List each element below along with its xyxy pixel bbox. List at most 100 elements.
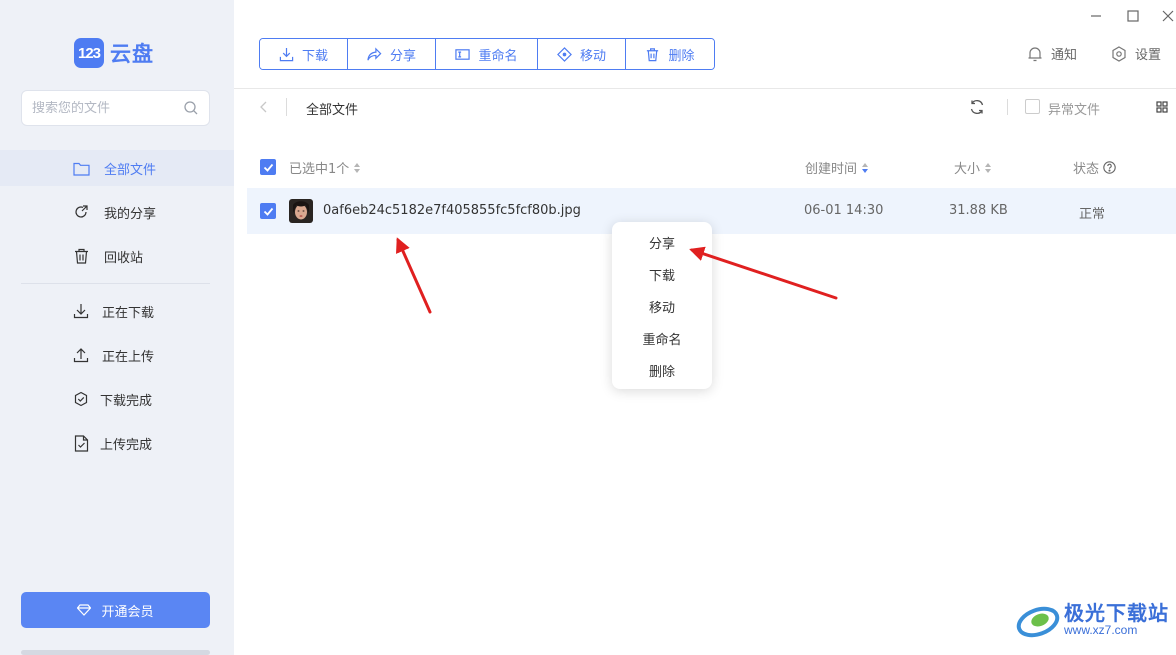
context-menu-move[interactable]: 移动 [612, 290, 712, 322]
sidebar-item-downloading[interactable]: 正在下载 [0, 293, 234, 329]
annotation-arrow-share [689, 246, 838, 300]
context-menu-download[interactable]: 下载 [612, 258, 712, 290]
download-button-label: 下载 [301, 48, 328, 64]
app-logo: 123 云盘 [74, 38, 154, 68]
context-menu-delete[interactable]: 删除 [612, 354, 712, 386]
sidebar-scroll-bar[interactable] [21, 650, 210, 655]
gear-icon [1112, 45, 1126, 62]
search-box[interactable] [21, 90, 210, 126]
download-button[interactable]: 下载 [260, 39, 348, 69]
sidebar-item-my-share[interactable]: 我的分享 [0, 194, 234, 230]
watermark-logo-icon [1016, 606, 1060, 638]
search-icon[interactable] [183, 100, 199, 116]
file-name[interactable]: 0af6eb24c5182e7f405855fc5fcf80b.jpg [323, 203, 581, 218]
settings-button[interactable]: 设置 [1111, 44, 1161, 63]
sidebar-item-all-files[interactable]: 全部文件 [0, 150, 234, 186]
sidebar-item-label: 全部文件 [104, 162, 157, 178]
settings-label: 设置 [1135, 48, 1162, 63]
sort-desc-icon [862, 162, 869, 173]
sidebar-item-uploading[interactable]: 正在上传 [0, 337, 234, 373]
watermark-title: 极光下载站 [1064, 601, 1169, 626]
maximize-icon[interactable] [1123, 6, 1143, 26]
selected-count-header[interactable]: 已选中1个 [289, 158, 361, 177]
sidebar: 123 云盘 全部文件 我的分享 回收站 [0, 0, 234, 655]
sidebar-divider [21, 283, 210, 284]
checkmark-icon [263, 207, 273, 216]
sidebar-item-label: 我的分享 [104, 206, 157, 222]
file-check-icon [72, 434, 90, 452]
status-label: 状态 [1073, 162, 1100, 177]
trash-icon [72, 247, 90, 265]
sort-icon [354, 162, 361, 173]
context-menu-share[interactable]: 分享 [612, 226, 712, 258]
notify-label: 通知 [1051, 48, 1078, 63]
status-header: 状态 [1073, 158, 1116, 177]
back-arrow-icon[interactable] [257, 99, 271, 115]
trash-icon [647, 47, 659, 61]
help-icon[interactable] [1103, 161, 1116, 174]
header-divider [234, 88, 1176, 89]
breadcrumb-divider [286, 98, 287, 116]
logo-badge: 123 [74, 38, 104, 68]
sidebar-item-label: 正在上传 [102, 349, 155, 365]
minimize-icon[interactable] [1086, 6, 1106, 26]
rename-icon [455, 48, 471, 60]
size-label: 大小 [954, 162, 981, 177]
refresh-icon[interactable] [969, 99, 985, 115]
context-menu: 分享 下载 移动 重命名 删除 [612, 222, 712, 389]
toolbar-divider [1007, 99, 1008, 115]
share-button-label: 分享 [389, 48, 416, 64]
folder-icon [72, 159, 90, 177]
selected-count-label: 已选中1个 [289, 162, 350, 177]
check-circle-icon [72, 390, 90, 408]
share-icon [72, 203, 90, 221]
watermark: 极光下载站 www.xz7.com [1016, 600, 1169, 640]
file-created-time: 06-01 14:30 [804, 203, 884, 218]
checkmark-icon [263, 163, 273, 172]
file-thumbnail [289, 199, 313, 223]
vip-button-label: 开通会员 [101, 604, 154, 620]
size-header[interactable]: 大小 [954, 158, 992, 177]
sidebar-item-download-complete[interactable]: 下载完成 [0, 381, 234, 417]
select-all-checkbox[interactable] [260, 159, 276, 175]
upload-icon [72, 346, 90, 364]
notify-button[interactable]: 通知 [1027, 44, 1077, 63]
search-input[interactable] [32, 100, 183, 116]
abnormal-files-checkbox[interactable] [1025, 99, 1040, 114]
grid-view-icon[interactable] [1156, 101, 1168, 113]
move-button[interactable]: 移动 [538, 39, 626, 69]
context-menu-rename[interactable]: 重命名 [612, 322, 712, 354]
sort-icon [985, 162, 992, 173]
download-icon [279, 47, 294, 61]
watermark-url: www.xz7.com [1064, 623, 1138, 638]
share-arrow-icon [367, 46, 382, 60]
rename-button-label: 重命名 [478, 48, 518, 64]
sidebar-item-label: 上传完成 [100, 437, 153, 453]
created-time-header[interactable]: 创建时间 [805, 158, 869, 177]
sidebar-item-label: 回收站 [104, 250, 144, 266]
breadcrumb[interactable]: 全部文件 [306, 99, 358, 118]
download-icon [72, 302, 90, 320]
row-checkbox[interactable] [260, 203, 276, 219]
annotation-arrow-file [396, 237, 432, 314]
file-status: 正常 [1079, 207, 1106, 222]
app-window: 123 云盘 全部文件 我的分享 回收站 [0, 0, 1176, 655]
move-button-label: 移动 [579, 48, 606, 64]
abnormal-files-label: 异常文件 [1048, 103, 1101, 118]
delete-button-label: 删除 [668, 48, 695, 64]
sidebar-item-label: 正在下载 [102, 305, 155, 321]
close-icon[interactable] [1158, 6, 1176, 26]
rename-button[interactable]: 重命名 [436, 39, 538, 69]
vip-button[interactable]: 开通会员 [21, 592, 210, 628]
file-size: 31.88 KB [949, 203, 1008, 218]
delete-button[interactable]: 删除 [626, 39, 714, 69]
created-time-label: 创建时间 [805, 162, 858, 177]
move-icon [557, 46, 572, 62]
bell-icon [1028, 46, 1042, 61]
share-button[interactable]: 分享 [348, 39, 436, 69]
file-toolbar: 下载 分享 重命名 移动 删除 [259, 38, 715, 70]
sidebar-item-recycle-bin[interactable]: 回收站 [0, 238, 234, 274]
sidebar-item-label: 下载完成 [100, 393, 153, 409]
diamond-icon [77, 604, 92, 616]
sidebar-item-upload-complete[interactable]: 上传完成 [0, 425, 234, 461]
